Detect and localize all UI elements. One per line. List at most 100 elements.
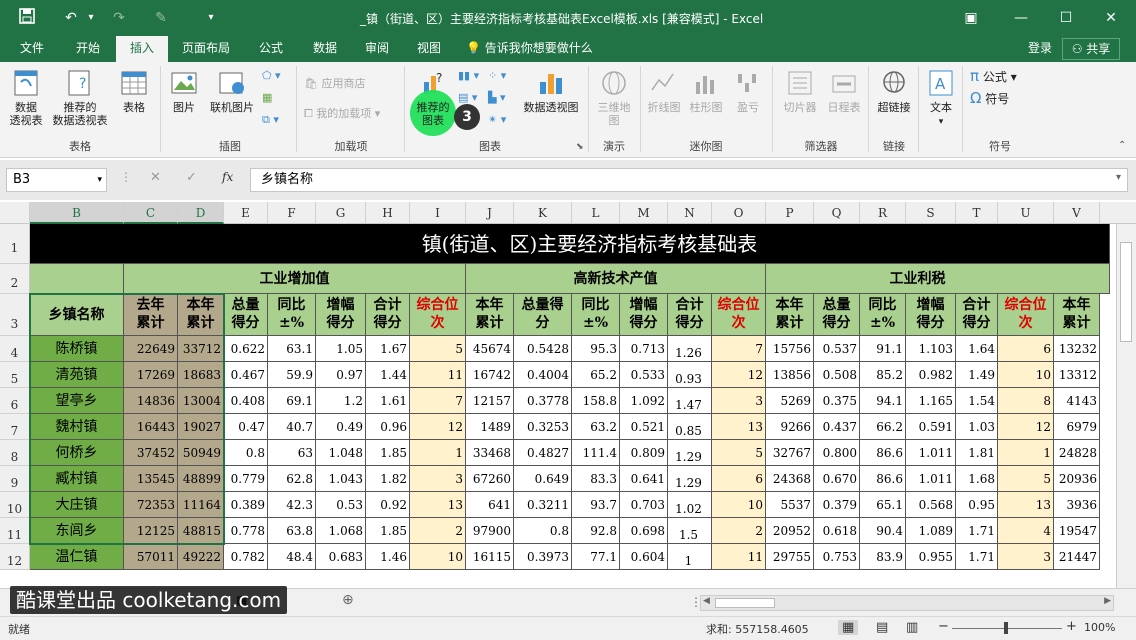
data-cell[interactable]: 24368 — [766, 466, 814, 492]
sheet-title[interactable]: 镇(街道、区)主要经济指标考核基础表 — [30, 224, 1110, 264]
data-cell[interactable]: 0.782 — [224, 544, 268, 570]
data-cell[interactable]: 0.683 — [316, 544, 366, 570]
data-cell[interactable]: 90.4 — [860, 518, 906, 544]
column-title-cell[interactable]: 总量 得分 — [224, 294, 268, 336]
data-cell[interactable]: 4143 — [1054, 388, 1100, 414]
column-header[interactable]: R — [860, 202, 906, 224]
column-title-cell[interactable]: 增幅 得分 — [316, 294, 366, 336]
data-cell[interactable]: 0.3253 — [514, 414, 572, 440]
data-cell[interactable]: 48899 — [178, 466, 224, 492]
data-cell[interactable]: 97900 — [466, 518, 514, 544]
column-title-cell[interactable]: 综合位 次 — [712, 294, 766, 336]
town-name-cell[interactable]: 温仁镇 — [30, 544, 124, 570]
data-cell[interactable]: 1.47 — [668, 388, 712, 414]
zoom-out-icon[interactable]: − — [938, 619, 949, 634]
data-cell[interactable]: 16115 — [466, 544, 514, 570]
data-cell[interactable]: 48815 — [178, 518, 224, 544]
column-header[interactable]: Q — [814, 202, 860, 224]
tab-file[interactable]: 文件 — [8, 36, 56, 62]
group-header-hightech-value[interactable]: 高新技术产值 — [466, 264, 766, 294]
column-title-cell[interactable]: 增幅 得分 — [906, 294, 956, 336]
data-cell[interactable]: 7 — [712, 336, 766, 362]
vertical-scrollbar-thumb[interactable] — [1120, 242, 1132, 342]
data-cell[interactable]: 0.379 — [814, 492, 860, 518]
column-title-cell[interactable]: 总量 得分 — [814, 294, 860, 336]
normal-view-icon[interactable]: ▦ — [838, 620, 859, 635]
scroll-left-icon[interactable]: ◀ — [703, 596, 710, 606]
data-cell[interactable]: 0.3211 — [514, 492, 572, 518]
data-cell[interactable]: 0.4827 — [514, 440, 572, 466]
data-cell[interactable]: 0.389 — [224, 492, 268, 518]
data-cell[interactable]: 91.1 — [860, 336, 906, 362]
data-cell[interactable]: 1.011 — [906, 466, 956, 492]
town-name-cell[interactable]: 魏村镇 — [30, 414, 124, 440]
data-cell[interactable]: 5 — [410, 336, 466, 362]
data-cell[interactable]: 3 — [712, 388, 766, 414]
data-cell[interactable]: 3 — [998, 544, 1054, 570]
column-title-cell[interactable]: 综合位 次 — [998, 294, 1054, 336]
tab-home[interactable]: 开始 — [62, 36, 114, 62]
data-cell[interactable]: 48.4 — [268, 544, 316, 570]
data-cell[interactable]: 0.95 — [956, 492, 998, 518]
column-header[interactable]: U — [998, 202, 1054, 224]
picture-button[interactable]: 图片 — [166, 68, 202, 114]
data-cell[interactable]: 13 — [410, 492, 466, 518]
data-cell[interactable]: 14836 — [124, 388, 178, 414]
row-header[interactable]: 4 — [0, 336, 30, 362]
data-cell[interactable]: 0.467 — [224, 362, 268, 388]
data-cell[interactable]: 0.96 — [366, 414, 410, 440]
equation-button[interactable]: π 公式 ▾ — [970, 68, 1017, 85]
data-cell[interactable]: 0.408 — [224, 388, 268, 414]
zoom-thumb[interactable] — [1004, 622, 1008, 634]
group-header-profit-tax[interactable]: 工业利税 — [766, 264, 1110, 294]
column-title-cell[interactable]: 本年 累计 — [1054, 294, 1100, 336]
data-cell[interactable]: 63.1 — [268, 336, 316, 362]
data-cell[interactable]: 1.85 — [366, 518, 410, 544]
data-cell[interactable]: 1.2 — [316, 388, 366, 414]
data-cell[interactable]: 20936 — [1054, 466, 1100, 492]
data-cell[interactable]: 67260 — [466, 466, 514, 492]
radar-chart-button[interactable]: ✴ ▾ — [488, 112, 506, 128]
data-cell[interactable]: 12 — [998, 414, 1054, 440]
column-header[interactable]: F — [268, 202, 316, 224]
symbol-button[interactable]: Ω 符号 — [970, 90, 1009, 107]
data-cell[interactable]: 1.068 — [316, 518, 366, 544]
data-cell[interactable]: 1.092 — [620, 388, 668, 414]
data-cell[interactable]: 22649 — [124, 336, 178, 362]
data-cell[interactable]: 0.604 — [620, 544, 668, 570]
column-title-cell[interactable]: 同比 ±% — [572, 294, 620, 336]
data-cell[interactable]: 63.2 — [572, 414, 620, 440]
dialog-launcher-icon[interactable]: ⬊ — [576, 142, 584, 152]
data-cell[interactable]: 1.71 — [956, 518, 998, 544]
column-title-cell[interactable]: 合计 得分 — [668, 294, 712, 336]
minimize-icon[interactable]: — — [1010, 8, 1032, 28]
data-cell[interactable]: 65.1 — [860, 492, 906, 518]
data-cell[interactable]: 0.375 — [814, 388, 860, 414]
data-cell[interactable]: 0.713 — [620, 336, 668, 362]
data-cell[interactable]: 83.3 — [572, 466, 620, 492]
tell-me-box[interactable]: 💡 告诉我你想要做什么 — [466, 36, 606, 62]
data-cell[interactable]: 92.8 — [572, 518, 620, 544]
tab-insert[interactable]: 插入 — [116, 36, 168, 62]
timeline-button[interactable]: 日程表 — [822, 68, 866, 114]
column-title-cell[interactable]: 合计 得分 — [956, 294, 998, 336]
text-button[interactable]: A 文本 ▾ — [922, 68, 960, 129]
data-cell[interactable]: 0.533 — [620, 362, 668, 388]
column-chart-button[interactable]: ▮▮ ▾ — [458, 68, 479, 84]
select-all-corner[interactable] — [0, 202, 30, 224]
hyperlink-button[interactable]: 超链接 — [872, 68, 916, 114]
data-cell[interactable]: 45674 — [466, 336, 514, 362]
data-cell[interactable]: 1 — [410, 440, 466, 466]
data-cell[interactable]: 3936 — [1054, 492, 1100, 518]
data-cell[interactable]: 12157 — [466, 388, 514, 414]
data-cell[interactable]: 5269 — [766, 388, 814, 414]
data-cell[interactable]: 10 — [998, 362, 1054, 388]
data-cell[interactable]: 0.437 — [814, 414, 860, 440]
formula-input[interactable]: 乡镇名称 — [250, 168, 1128, 192]
data-cell[interactable]: 1 — [998, 440, 1054, 466]
data-cell[interactable]: 33468 — [466, 440, 514, 466]
row-header[interactable]: 1 — [0, 224, 30, 264]
data-cell[interactable]: 1.29 — [668, 466, 712, 492]
data-cell[interactable]: 1.103 — [906, 336, 956, 362]
scatter-chart-button[interactable]: ⁘ ▾ — [488, 68, 506, 84]
